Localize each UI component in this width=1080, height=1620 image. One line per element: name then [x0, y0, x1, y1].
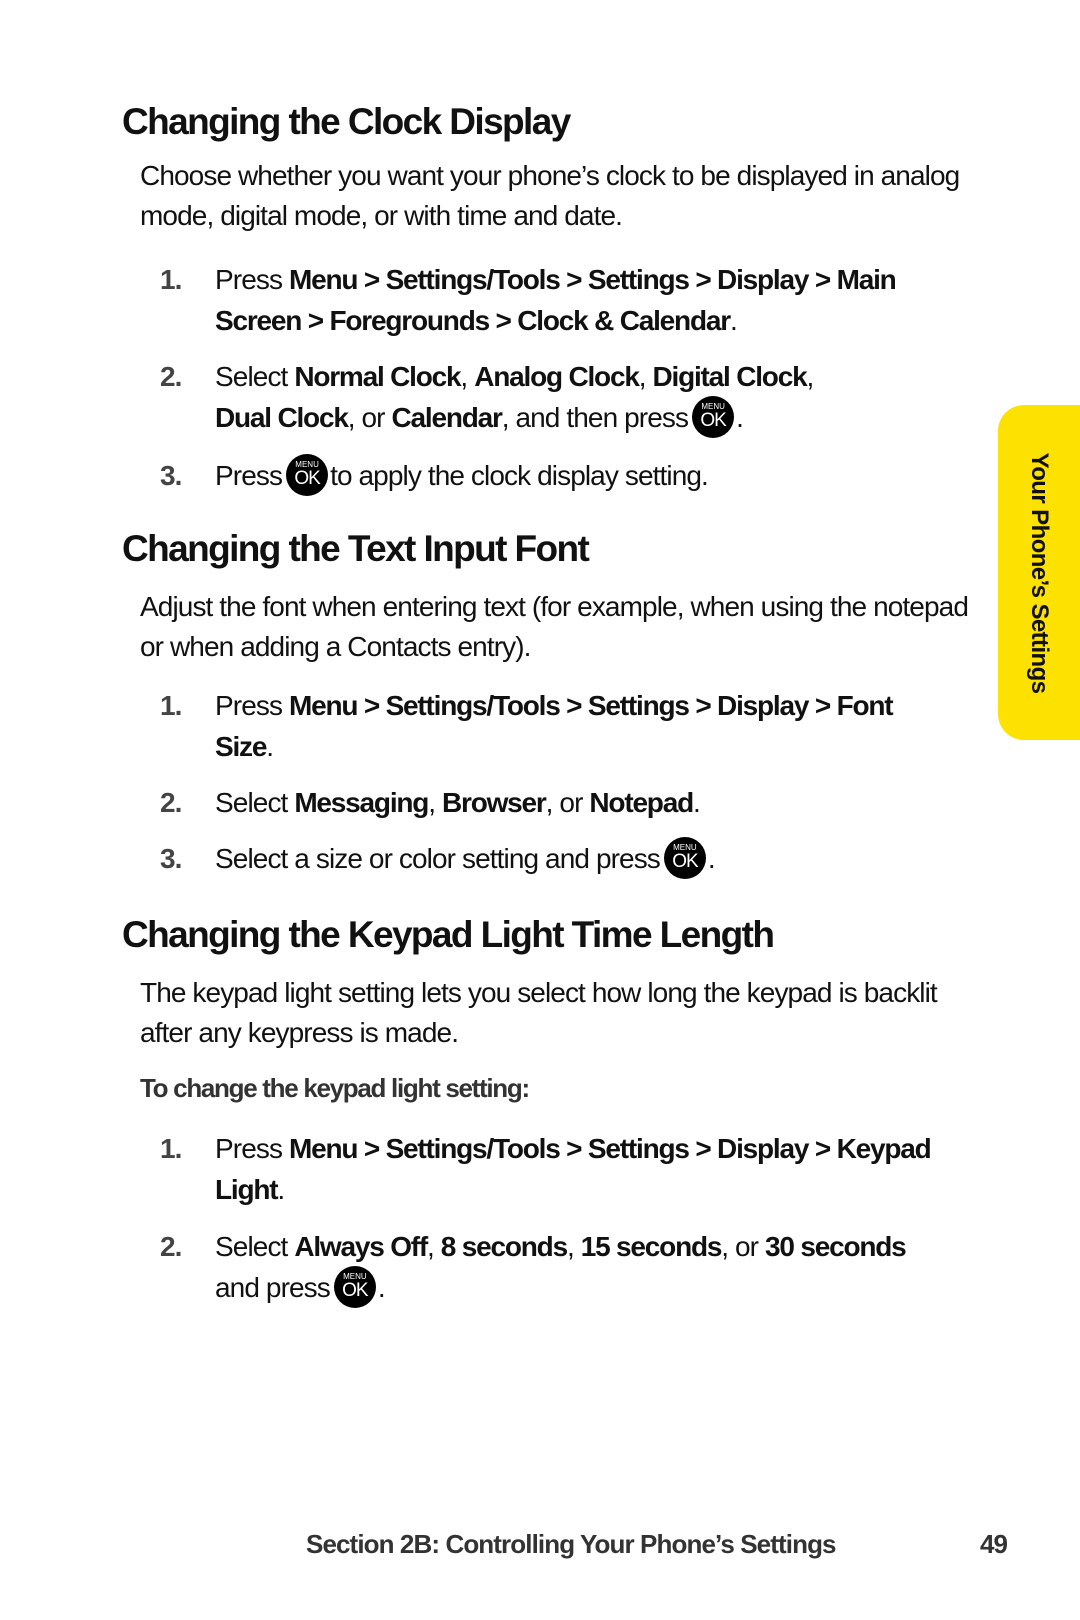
option-always-off: Always Off [294, 1231, 428, 1262]
step-text: Select [215, 361, 295, 392]
step-text: Press [215, 264, 289, 295]
step-text: . [729, 305, 738, 336]
step-keypad-1: 1. Press Menu > Settings/Tools > Setting… [160, 1128, 940, 1210]
section-intro-text-input-font: Adjust the font when entering text (for … [140, 591, 969, 662]
menu-ok-key-icon: MENU OK [663, 836, 706, 879]
menu-ok-key-icon: MENU OK [286, 453, 329, 496]
separator: , or [545, 787, 590, 818]
step-number: 1. [160, 1133, 182, 1164]
separator: , [428, 787, 442, 818]
step-text: Press [215, 460, 283, 491]
step-text: Press [215, 1133, 289, 1164]
step-text: Select a size or color setting and press [215, 843, 661, 874]
step-font-2: 2. Select Messaging, Browser, or Notepad… [160, 782, 940, 823]
step-text: . [266, 731, 274, 762]
section-intro-clock-display: Choose whether you want your phone’s clo… [140, 160, 960, 231]
menu-path: Menu > Settings/Tools > Settings > Displ… [215, 264, 897, 336]
separator: , [427, 1231, 441, 1262]
separator: , or [721, 1231, 765, 1262]
page-number: 49 [980, 1529, 1008, 1559]
menu-path: Menu > Settings/Tools > Settings > Displ… [215, 1133, 932, 1205]
step-clock-3: 3. Press MENU OK to apply the clock display… [160, 453, 940, 496]
option-normal-clock: Normal Clock [294, 361, 461, 392]
footer-section-title: Section 2B: Controlling Your Phone’s Set… [306, 1529, 837, 1559]
section-intro-keypad-light: The keypad light setting lets you select… [140, 977, 938, 1048]
menu-ok-key-icon: MENU OK [333, 1265, 376, 1308]
step-text: . [736, 402, 744, 433]
step-text: and press [215, 1272, 331, 1303]
option-calendar: Calendar [391, 402, 502, 433]
step-font-1: 1. Press Menu > Settings/Tools > Setting… [160, 685, 940, 767]
separator: , [566, 1231, 581, 1262]
step-number: 2. [160, 787, 182, 818]
step-text: . [693, 787, 701, 818]
step-text: . [707, 843, 716, 874]
option-dual-clock: Dual Clock [215, 402, 349, 433]
step-text: , and then press [501, 402, 689, 433]
step-clock-1: 1. Press Menu > Settings/Tools > Setting… [160, 259, 940, 341]
procedure-label: To change the keypad light setting: [140, 1073, 530, 1103]
option-8-seconds: 8 seconds [440, 1231, 568, 1262]
menu-path: Menu > Settings/Tools > Settings > Displ… [215, 690, 894, 762]
option-analog-clock: Analog Clock [474, 361, 640, 392]
menu-ok-key-icon: MENU OK [692, 395, 735, 438]
step-number: 3. [160, 460, 182, 491]
step-number: 3. [160, 843, 182, 874]
separator: , [638, 361, 653, 392]
section-title-keypad-light: Changing the Keypad Light Time Length [122, 914, 775, 955]
step-keypad-2: 2. Select Always Off, 8 seconds, 15 seco… [160, 1226, 980, 1308]
step-text: Press [215, 690, 289, 721]
step-number: 1. [160, 690, 182, 721]
separator: , [806, 361, 814, 392]
separator: , or [347, 402, 392, 433]
step-text: to apply the clock display setting. [330, 460, 709, 491]
option-messaging: Messaging [294, 787, 429, 818]
step-text: Select [215, 787, 295, 818]
step-text: . [377, 1272, 386, 1303]
step-text: Select [215, 1231, 295, 1262]
option-browser: Browser [441, 787, 547, 818]
step-clock-2: 2. Select Normal Clock, Analog Clock, Di… [160, 356, 940, 438]
option-30-seconds: 30 seconds [765, 1231, 907, 1262]
step-number: 2. [160, 361, 182, 392]
chapter-side-tab-label: Your Phone’s Settings [1026, 452, 1053, 693]
section-title-clock-display: Changing the Clock Display [122, 101, 571, 142]
option-digital-clock: Digital Clock [652, 361, 807, 392]
step-text: . [277, 1174, 285, 1205]
manual-page: Changing the Clock Display Choose whethe… [0, 0, 1080, 1620]
section-title-text-input-font: Changing the Text Input Font [122, 528, 590, 569]
step-number: 1. [160, 264, 182, 295]
step-font-3: 3. Select a size or color setting and pr… [160, 836, 940, 879]
step-number: 2. [160, 1231, 182, 1262]
separator: , [460, 361, 475, 392]
option-15-seconds: 15 seconds [580, 1231, 723, 1262]
chapter-side-tab: Your Phone’s Settings [998, 405, 1080, 740]
option-notepad: Notepad [589, 787, 694, 818]
